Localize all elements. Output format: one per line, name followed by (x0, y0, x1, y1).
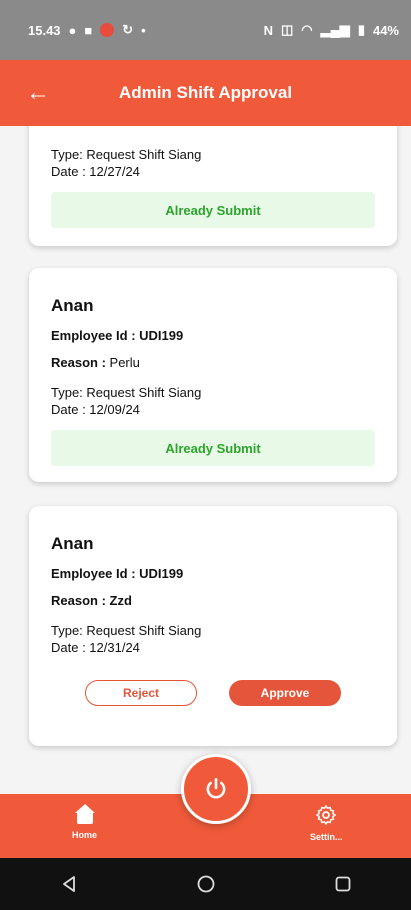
type-date-block: Type: Request Shift Siang Date : 12/09/2… (51, 384, 375, 418)
request-type: Type: Request Shift Siang (51, 623, 202, 638)
signal-icon: ▂▄▆ (320, 22, 350, 37)
app-notification-icon (100, 23, 115, 37)
nav-settings[interactable]: Settin... (310, 804, 343, 842)
employee-name: Anan (51, 296, 94, 315)
vibrate-icon: ◫ (280, 22, 294, 37)
power-button[interactable] (181, 754, 251, 824)
request-card: Anan Employee Id : UDI199 Reason : Perlu… (29, 268, 397, 482)
system-home-button[interactable] (186, 864, 226, 904)
power-icon (206, 777, 226, 799)
action-buttons: Reject Approve (51, 680, 375, 706)
more-dot-icon: • (141, 22, 146, 38)
nav-home[interactable]: Home (72, 804, 97, 840)
chat-bubble-icon: ● (68, 22, 77, 38)
reason-label: Reason : (51, 355, 106, 370)
home-circle-icon (197, 875, 214, 893)
recents-square-icon (335, 876, 350, 892)
status-right: N ◫ ◠ ▂▄▆ ▮ 44% (264, 22, 399, 38)
page-title: Admin Shift Approval (118, 83, 293, 102)
request-card: Type: Request Shift Siang Date : 12/27/2… (29, 126, 397, 246)
request-list[interactable]: Type: Request Shift Siang Date : 12/27/2… (0, 126, 411, 794)
video-icon: ■ (84, 22, 93, 38)
status-badge: Already Submit (51, 192, 375, 228)
nav-settings-label: Settin... (310, 832, 343, 842)
employee-id-label: Employee Id : (51, 566, 136, 581)
reason-row: Reason : Zzd (51, 593, 375, 608)
home-icon (74, 804, 96, 824)
request-date: Date : 12/31/24 (51, 640, 140, 655)
reason-value: Perlu (109, 355, 140, 370)
request-type: Type: Request Shift Siang (51, 385, 202, 400)
employee-name: Anan (51, 534, 94, 553)
back-arrow-icon[interactable]: ← (26, 81, 50, 105)
nfc-icon: N (263, 22, 273, 38)
system-recents-button[interactable] (323, 864, 363, 904)
request-date: Date : 12/27/24 (51, 164, 140, 179)
employee-id-label: Employee Id : (51, 328, 136, 343)
employee-id-row: Employee Id : UDI199 (51, 328, 375, 343)
status-time: 15.43 (28, 22, 61, 38)
request-date: Date : 12/09/24 (51, 402, 140, 417)
reason-row: Reason : Perlu (51, 355, 375, 370)
employee-id-value: UDI199 (139, 566, 184, 581)
gear-icon (316, 805, 337, 825)
request-type: Type: Request Shift Siang (51, 147, 202, 162)
wifi-icon: ◠ (301, 22, 313, 37)
app-bar: ← Admin Shift Approval (0, 60, 411, 126)
nav-home-label: Home (72, 830, 98, 840)
battery-percent: 44% (372, 22, 399, 38)
system-back-button[interactable] (49, 864, 89, 904)
request-card: Anan Employee Id : UDI199 Reason : Zzd T… (29, 506, 397, 746)
status-bar: 15.43 ● ■ ↻ • N ◫ ◠ ▂▄▆ ▮ 44% (0, 0, 411, 60)
status-badge: Already Submit (51, 430, 375, 466)
approve-button[interactable]: Approve (229, 680, 341, 706)
reject-button[interactable]: Reject (85, 680, 197, 706)
reason-label: Reason : (51, 593, 106, 608)
sync-icon: ↻ (122, 22, 134, 37)
reason-value: Zzd (109, 593, 132, 608)
status-left: 15.43 ● ■ ↻ • (28, 22, 146, 38)
back-triangle-icon (62, 876, 75, 892)
type-date-block: Type: Request Shift Siang Date : 12/27/2… (51, 146, 375, 180)
employee-id-value: UDI199 (139, 328, 184, 343)
system-nav-bar (0, 858, 411, 910)
employee-id-row: Employee Id : UDI199 (51, 566, 375, 581)
type-date-block: Type: Request Shift Siang Date : 12/31/2… (51, 622, 375, 656)
battery-icon: ▮ (357, 22, 365, 37)
